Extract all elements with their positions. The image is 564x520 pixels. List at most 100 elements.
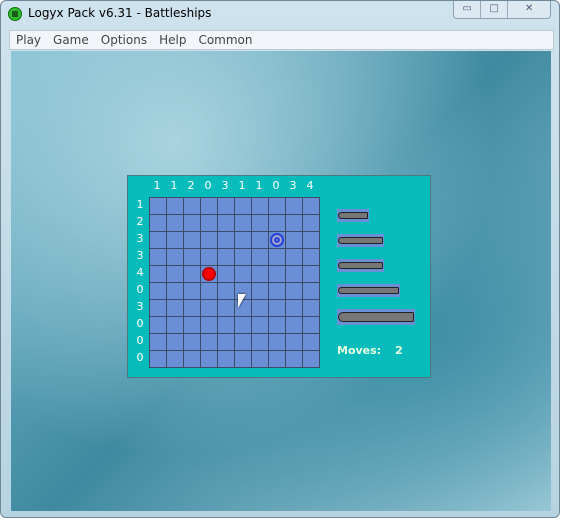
grid-cell[interactable] <box>303 334 320 351</box>
grid-cell[interactable] <box>269 266 286 283</box>
grid-cell[interactable] <box>167 351 184 368</box>
grid-cell[interactable] <box>201 317 218 334</box>
close-button[interactable]: ✕ <box>508 1 550 18</box>
grid-cell[interactable] <box>303 351 320 368</box>
grid-cell[interactable] <box>201 300 218 317</box>
maximize-button[interactable]: □ <box>481 1 509 18</box>
grid-cell[interactable] <box>252 351 269 368</box>
grid-cell[interactable] <box>252 249 269 266</box>
grid-cell[interactable] <box>269 283 286 300</box>
menu-game[interactable]: Game <box>47 31 95 49</box>
grid-cell[interactable] <box>269 300 286 317</box>
grid-cell[interactable] <box>167 215 184 232</box>
grid-cell[interactable] <box>286 215 303 232</box>
grid-cell[interactable] <box>269 351 286 368</box>
grid-cell[interactable] <box>184 266 201 283</box>
grid-cell[interactable] <box>167 249 184 266</box>
grid-cell[interactable] <box>252 266 269 283</box>
grid-cell[interactable] <box>218 317 235 334</box>
grid-cell[interactable] <box>286 283 303 300</box>
grid-cell[interactable] <box>150 249 167 266</box>
grid-cell[interactable] <box>150 215 167 232</box>
grid-cell[interactable] <box>201 215 218 232</box>
menu-play[interactable]: Play <box>10 31 47 49</box>
grid-cell[interactable] <box>184 317 201 334</box>
grid-cell[interactable] <box>303 215 320 232</box>
grid-cell[interactable] <box>235 334 252 351</box>
grid-cell[interactable] <box>303 249 320 266</box>
grid-cell[interactable] <box>235 249 252 266</box>
grid-cell[interactable] <box>252 283 269 300</box>
grid-cell[interactable] <box>303 266 320 283</box>
grid-cell[interactable] <box>184 198 201 215</box>
grid-cell[interactable] <box>252 317 269 334</box>
grid-cell[interactable] <box>201 351 218 368</box>
grid-cell[interactable] <box>167 232 184 249</box>
grid-cell[interactable] <box>303 232 320 249</box>
grid-cell[interactable] <box>218 351 235 368</box>
grid-cell[interactable] <box>167 317 184 334</box>
grid-cell[interactable] <box>286 317 303 334</box>
grid-cell[interactable] <box>252 215 269 232</box>
grid-cell[interactable] <box>167 300 184 317</box>
grid-cell[interactable] <box>286 198 303 215</box>
grid-cell[interactable] <box>167 334 184 351</box>
grid-cell[interactable] <box>150 266 167 283</box>
grid-cell[interactable] <box>201 266 218 283</box>
grid-cell[interactable] <box>150 232 167 249</box>
grid-cell[interactable] <box>286 334 303 351</box>
grid-cell[interactable] <box>252 232 269 249</box>
grid-cell[interactable] <box>269 232 286 249</box>
grid-cell[interactable] <box>286 266 303 283</box>
grid-cell[interactable] <box>269 198 286 215</box>
grid-cell[interactable] <box>184 283 201 300</box>
grid-cell[interactable] <box>150 300 167 317</box>
grid-cell[interactable] <box>269 317 286 334</box>
grid-cell[interactable] <box>150 283 167 300</box>
grid-cell[interactable] <box>150 334 167 351</box>
grid-cell[interactable] <box>303 300 320 317</box>
grid-cell[interactable] <box>201 283 218 300</box>
grid-cell[interactable] <box>150 198 167 215</box>
menu-options[interactable]: Options <box>95 31 153 49</box>
grid-cell[interactable] <box>201 198 218 215</box>
grid-cell[interactable] <box>269 215 286 232</box>
grid-cell[interactable] <box>150 317 167 334</box>
grid-cell[interactable] <box>218 215 235 232</box>
grid-cell[interactable] <box>235 351 252 368</box>
grid-cell[interactable] <box>235 215 252 232</box>
grid-cell[interactable] <box>286 351 303 368</box>
menu-help[interactable]: Help <box>153 31 192 49</box>
grid-cell[interactable] <box>218 266 235 283</box>
grid-cell[interactable] <box>218 198 235 215</box>
grid-cell[interactable] <box>184 300 201 317</box>
grid-cell[interactable] <box>235 317 252 334</box>
grid-cell[interactable] <box>269 334 286 351</box>
grid-cell[interactable] <box>218 300 235 317</box>
grid-cell[interactable] <box>252 300 269 317</box>
grid-cell[interactable] <box>286 249 303 266</box>
grid-cell[interactable] <box>218 232 235 249</box>
grid-cell[interactable] <box>150 351 167 368</box>
grid-cell[interactable] <box>252 198 269 215</box>
grid-cell[interactable] <box>201 232 218 249</box>
grid-cell[interactable] <box>184 215 201 232</box>
menu-common[interactable]: Common <box>192 31 258 49</box>
grid-cell[interactable] <box>269 249 286 266</box>
grid-cell[interactable] <box>184 249 201 266</box>
grid-cell[interactable] <box>218 249 235 266</box>
grid-cell[interactable] <box>303 198 320 215</box>
grid-cell[interactable] <box>235 198 252 215</box>
grid-cell[interactable] <box>184 232 201 249</box>
grid-cell[interactable] <box>235 232 252 249</box>
grid-cell[interactable] <box>184 351 201 368</box>
grid-cell[interactable] <box>201 334 218 351</box>
grid-cell[interactable] <box>286 232 303 249</box>
grid-cell[interactable] <box>167 198 184 215</box>
grid-cell[interactable] <box>167 283 184 300</box>
grid-cell[interactable] <box>303 283 320 300</box>
minimize-button[interactable]: ▭ <box>454 1 482 18</box>
grid-cell[interactable] <box>303 317 320 334</box>
grid-cell[interactable] <box>167 266 184 283</box>
grid-cell[interactable] <box>218 283 235 300</box>
